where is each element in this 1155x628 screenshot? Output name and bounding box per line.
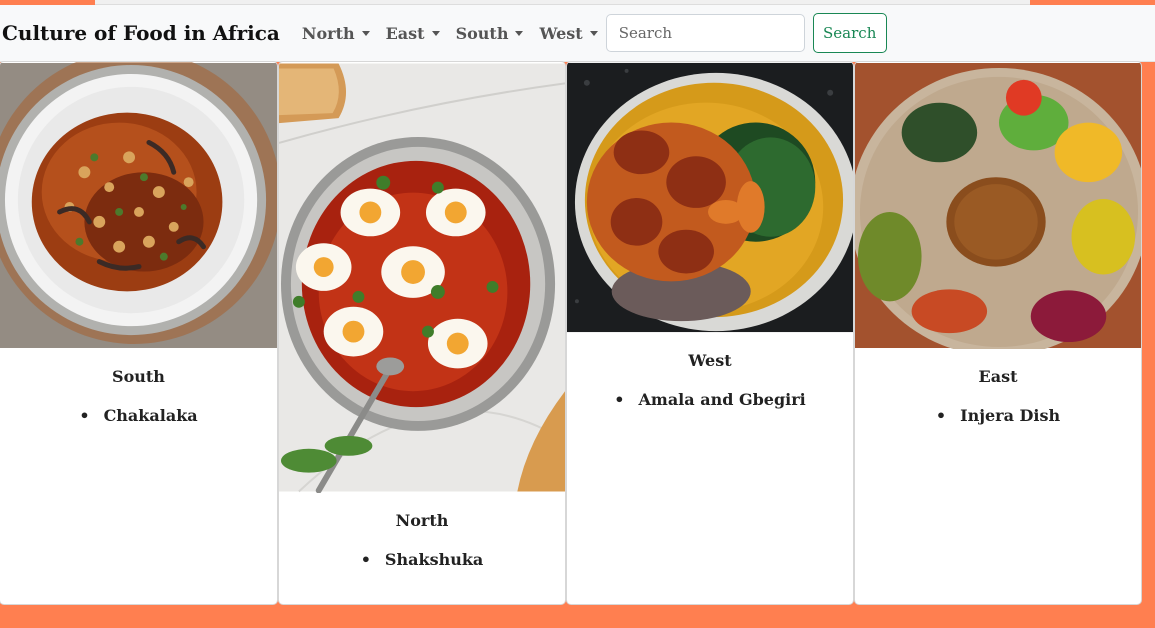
dish-list: Chakalaka bbox=[0, 406, 277, 425]
nav-dropdown-label: West bbox=[539, 23, 583, 43]
injera-dish-photo bbox=[855, 62, 1141, 349]
search-input[interactable] bbox=[605, 14, 805, 52]
nav-dropdown-label: East bbox=[385, 23, 425, 43]
food-card-north: North Shakshuka bbox=[278, 61, 566, 605]
dish-list-item: Amala and Gbegiri bbox=[567, 390, 853, 409]
card-region-title: South bbox=[112, 367, 165, 386]
dish-list: Shakshuka bbox=[279, 550, 565, 569]
nav-dropdown-east[interactable]: East bbox=[386, 24, 440, 43]
card-region-title: North bbox=[395, 511, 449, 530]
dish-list: Amala and Gbegiri bbox=[567, 390, 853, 409]
nav-dropdown-west[interactable]: West bbox=[539, 23, 598, 43]
amala-gbegiri-photo bbox=[567, 62, 853, 333]
nav-dropdown-label: North bbox=[301, 23, 355, 43]
food-card-east: East Injera Dish bbox=[854, 61, 1142, 605]
dish-list-item: Chakalaka bbox=[0, 406, 277, 425]
shakshuka-photo bbox=[279, 63, 565, 493]
dish-list: Injera Dish bbox=[855, 406, 1141, 425]
card-region-title: East bbox=[978, 367, 1018, 386]
caret-down-icon bbox=[361, 30, 370, 36]
dish-list-item: Injera Dish bbox=[855, 406, 1141, 425]
chakalaka-photo bbox=[0, 62, 277, 348]
nav-dropdown-south[interactable]: South bbox=[456, 24, 524, 43]
nav-dropdown-north[interactable]: North bbox=[302, 24, 370, 43]
card-region-title: West bbox=[688, 351, 732, 370]
brand-title[interactable]: Culture of Food in Africa bbox=[0, 21, 280, 45]
search-button[interactable]: Search bbox=[812, 13, 887, 53]
dish-list-item: Shakshuka bbox=[279, 550, 565, 569]
food-card-south: South Chakalaka bbox=[0, 61, 278, 605]
food-card-west: West Amala and Gbegiri bbox=[566, 61, 854, 605]
caret-down-icon bbox=[431, 30, 440, 36]
caret-down-icon bbox=[515, 30, 524, 36]
nav-dropdown-label: South bbox=[455, 23, 509, 43]
navbar: Culture of Food in Africa North East Sou… bbox=[0, 5, 1155, 62]
caret-down-icon bbox=[589, 30, 598, 36]
